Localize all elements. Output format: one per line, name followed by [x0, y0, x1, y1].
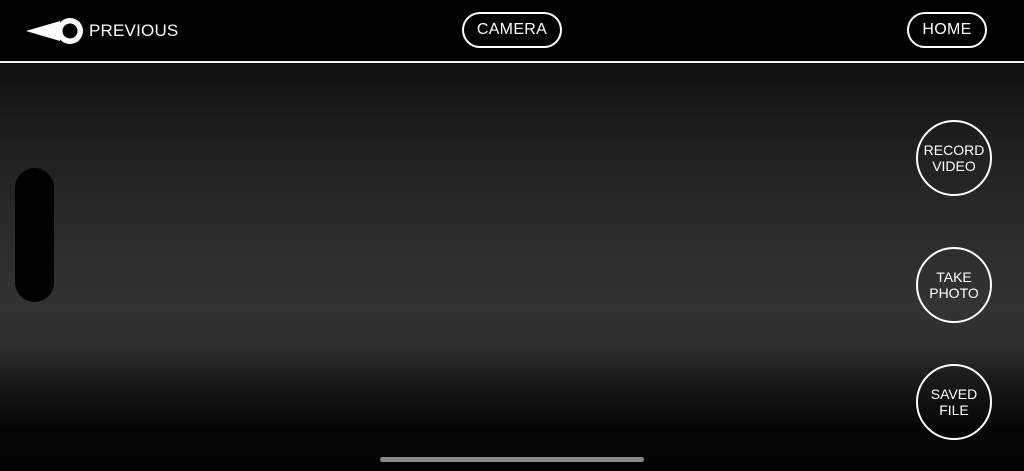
saved-file-label-line2: FILE: [939, 402, 969, 418]
home-button[interactable]: HOME: [907, 12, 987, 48]
take-photo-button[interactable]: TAKE PHOTO: [916, 247, 992, 323]
record-video-label-line1: RECORD: [923, 142, 985, 158]
take-photo-label-line1: TAKE: [936, 269, 972, 285]
side-drawer-handle[interactable]: [15, 168, 54, 302]
camera-screen: PREVIOUS CAMERA HOME RECORD VIDEO TAKE P…: [0, 0, 1024, 471]
home-indicator-bar[interactable]: [380, 457, 644, 462]
take-photo-label-line2: PHOTO: [929, 285, 979, 301]
saved-file-button[interactable]: SAVED FILE: [916, 364, 992, 440]
camera-title-button[interactable]: CAMERA: [462, 12, 562, 48]
previous-button[interactable]: PREVIOUS: [26, 14, 178, 48]
back-arrow-icon: [26, 18, 83, 44]
top-bar: PREVIOUS CAMERA HOME: [0, 0, 1024, 61]
record-video-button[interactable]: RECORD VIDEO: [916, 120, 992, 196]
camera-viewfinder[interactable]: [0, 63, 1024, 471]
record-video-label-line2: VIDEO: [932, 158, 976, 174]
saved-file-label-line1: SAVED: [930, 386, 978, 402]
previous-label: PREVIOUS: [89, 21, 179, 40]
